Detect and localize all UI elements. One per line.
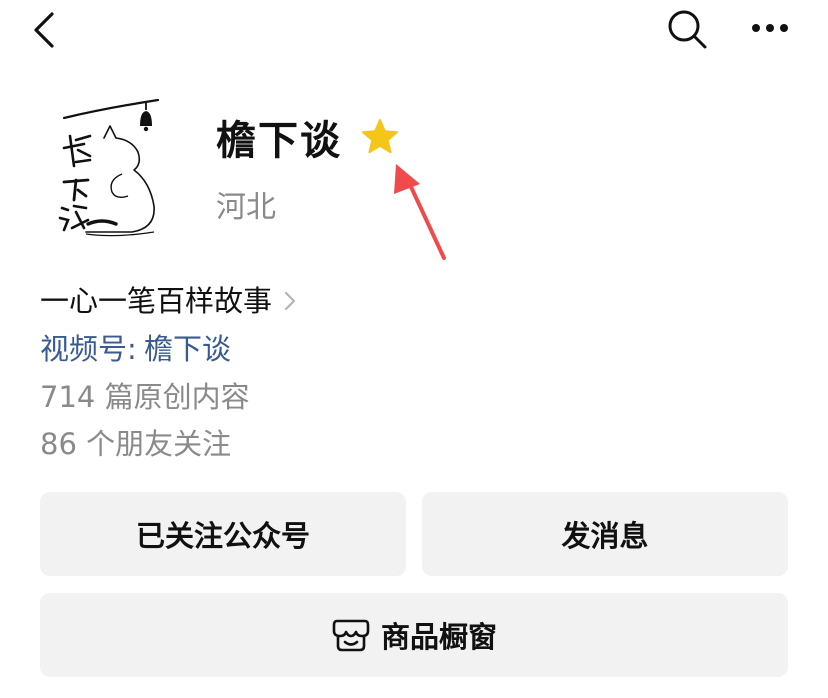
send-message-label: 发消息 <box>561 519 649 553</box>
storefront-icon <box>332 619 370 652</box>
annotation-arrow <box>380 160 460 270</box>
original-content-count: 714 篇原创内容 <box>40 380 250 414</box>
more-button[interactable] <box>744 10 796 46</box>
search-button[interactable] <box>662 4 712 54</box>
search-icon <box>668 10 707 49</box>
chevron-right-icon <box>284 291 296 311</box>
followed-button[interactable]: 已关注公众号 <box>40 492 406 576</box>
shop-window-button[interactable]: 商品橱窗 <box>40 593 788 677</box>
bio-text: 一心一笔百样故事 <box>40 284 273 318</box>
shop-window-label: 商品橱窗 <box>380 620 497 654</box>
back-button[interactable] <box>22 6 66 54</box>
video-channel-label: 视频号: <box>40 332 137 366</box>
avatar-logo-image <box>58 98 160 237</box>
friends-following-count: 86 个朋友关注 <box>40 427 232 461</box>
region-label: 河北 <box>216 190 276 225</box>
more-dots-icon <box>752 24 788 32</box>
video-channel-name: 檐下谈 <box>144 332 232 366</box>
video-channel-link[interactable]: 视频号: 檐下谈 <box>40 328 231 370</box>
chevron-left-icon <box>34 12 54 48</box>
send-message-button[interactable]: 发消息 <box>422 492 788 576</box>
avatar[interactable] <box>46 96 176 246</box>
bio-row[interactable]: 一心一笔百样故事 <box>40 280 300 322</box>
star-icon <box>360 117 400 157</box>
account-name: 檐下谈 <box>216 118 342 164</box>
followed-button-label: 已关注公众号 <box>135 519 310 553</box>
